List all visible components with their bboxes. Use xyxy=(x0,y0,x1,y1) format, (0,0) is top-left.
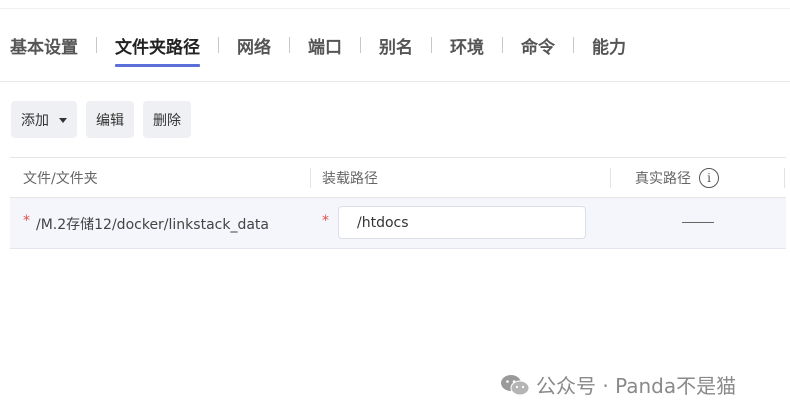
column-divider[interactable] xyxy=(610,168,611,188)
header-mount-path: 装载路径 xyxy=(322,158,378,197)
tab-separator xyxy=(289,37,290,53)
column-divider[interactable] xyxy=(784,168,785,188)
tab-command[interactable]: 命令 xyxy=(521,33,555,58)
tab-separator xyxy=(573,37,574,53)
edit-button[interactable]: 编辑 xyxy=(86,101,134,138)
header-file-label: 文件/文件夹 xyxy=(23,170,98,187)
tab-separator xyxy=(218,37,219,53)
file-folder-path: /M.2存储12/docker/linkstack_data xyxy=(36,217,269,233)
top-border xyxy=(0,8,790,9)
header-mount-label: 装载路径 xyxy=(322,170,378,187)
delete-button-label: 删除 xyxy=(153,112,181,129)
tab-separator xyxy=(502,37,503,53)
caret-down-icon xyxy=(59,118,67,123)
required-mark: * xyxy=(23,213,30,229)
toolbar: 添加 编辑 删除 xyxy=(11,101,191,138)
header-real-label: 真实路径 xyxy=(635,170,691,187)
header-file-folder: 文件/文件夹 xyxy=(23,158,98,197)
add-dropdown-button[interactable]: 添加 xyxy=(11,101,77,138)
mount-path-value: /htdocs xyxy=(357,214,409,231)
table-row[interactable]: * /M.2存储12/docker/linkstack_data * /htdo… xyxy=(10,198,786,249)
tab-port[interactable]: 端口 xyxy=(308,33,342,58)
tabs-divider xyxy=(0,81,790,82)
real-path-empty xyxy=(682,222,714,223)
tab-folder-path[interactable]: 文件夹路径 xyxy=(115,33,200,67)
tab-environment[interactable]: 环境 xyxy=(450,33,484,58)
watermark: 公众号 · Panda不是猫 xyxy=(500,370,736,399)
header-real-path: 真实路径 i xyxy=(635,158,719,197)
required-mark: * xyxy=(322,213,329,229)
tab-capability[interactable]: 能力 xyxy=(592,33,626,58)
tab-alias[interactable]: 别名 xyxy=(379,33,413,58)
delete-button[interactable]: 删除 xyxy=(143,101,191,138)
tab-basic-settings[interactable]: 基本设置 xyxy=(10,33,78,58)
mount-path-input[interactable]: /htdocs xyxy=(338,206,586,239)
folder-table: 文件/文件夹 装载路径 真实路径 i * /M.2存储12/docker/lin… xyxy=(10,157,786,249)
edit-button-label: 编辑 xyxy=(96,112,124,129)
tab-network[interactable]: 网络 xyxy=(237,33,271,58)
table-header: 文件/文件夹 装载路径 真实路径 i xyxy=(10,157,786,198)
wechat-icon xyxy=(501,374,530,395)
tab-separator xyxy=(431,37,432,53)
tab-bar: 基本设置 文件夹路径 网络 端口 别名 环境 命令 能力 xyxy=(10,30,626,67)
info-icon[interactable]: i xyxy=(699,167,719,188)
watermark-text: 公众号 · Panda不是猫 xyxy=(536,374,737,398)
add-button-label: 添加 xyxy=(21,112,49,129)
tab-separator xyxy=(360,37,361,53)
column-divider[interactable] xyxy=(310,168,311,188)
tab-separator xyxy=(96,37,97,53)
